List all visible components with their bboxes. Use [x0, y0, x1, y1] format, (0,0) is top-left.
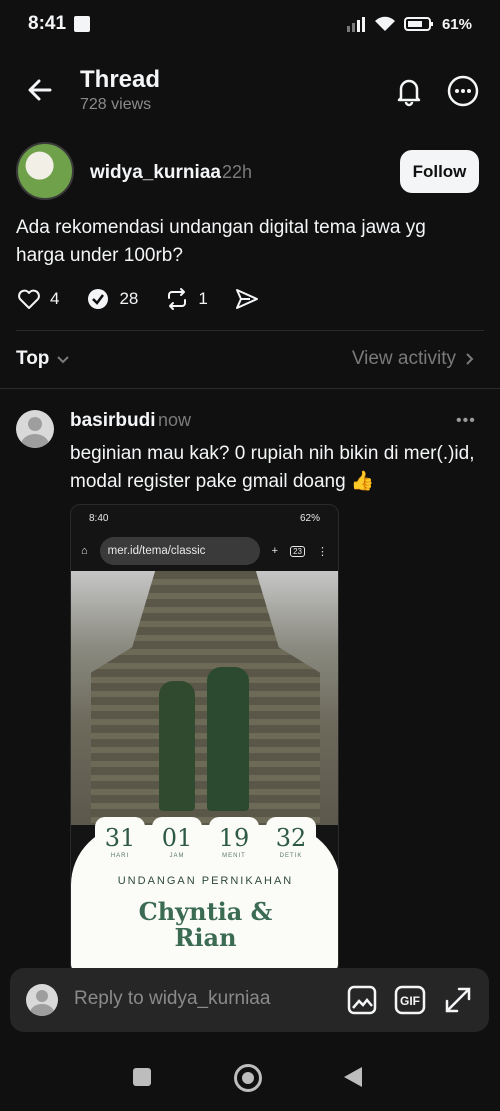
menu-icon: ⋮ [317, 545, 328, 558]
gif-icon[interactable]: GIF [394, 984, 426, 1016]
avatar[interactable] [16, 410, 54, 448]
countdown-label: HARI [110, 853, 130, 859]
countdown-days: 31 HARI [95, 817, 145, 865]
reply-username[interactable]: basirbudi [70, 410, 156, 432]
countdown-hours: 01 JAM [152, 817, 202, 865]
sort-label: Top [16, 348, 50, 369]
repost-count: 1 [198, 289, 208, 308]
share-button[interactable] [234, 286, 260, 312]
countdown: 31 HARI 01 JAM 19 MENIT 32 DETIK [95, 817, 316, 865]
countdown-label: JAM [169, 853, 185, 859]
bride-figure [159, 681, 195, 811]
countdown-label: MENIT [222, 853, 246, 859]
view-count: 728 views [80, 96, 152, 113]
view-activity-label: View activity [351, 348, 456, 369]
avatar[interactable] [16, 142, 74, 200]
chevron-down-icon [57, 356, 70, 364]
invitation-heading: UNDANGAN PERNIKAHAN [117, 875, 294, 887]
couple-names-line2: Rian [174, 923, 237, 952]
wifi-icon [374, 16, 395, 31]
divider [16, 330, 484, 331]
battery-level: 61% [441, 15, 472, 33]
follow-button[interactable]: Follow [400, 150, 479, 193]
groom-figure [207, 667, 249, 811]
like-count: 4 [50, 289, 60, 308]
signal-icon [346, 17, 365, 32]
battery-icon [403, 17, 433, 31]
recent-apps-button[interactable] [133, 1068, 151, 1086]
couple-names: Chyntia & Rian [71, 897, 338, 952]
bell-icon[interactable] [392, 74, 426, 108]
home-button[interactable] [234, 1064, 262, 1092]
thread-header: Thread 728 views [0, 60, 500, 122]
chevron-right-icon [466, 353, 474, 365]
countdown-value: 19 [218, 824, 250, 852]
status-indicators: 61% [346, 16, 472, 33]
heart-icon [18, 289, 40, 309]
screenshot-status-bar: 8:40 62% [71, 505, 338, 531]
repost-icon [168, 288, 187, 310]
replies-button[interactable]: 28 [85, 286, 138, 312]
view-activity-link[interactable]: View activity [352, 348, 476, 370]
more-options-icon[interactable] [446, 74, 480, 108]
countdown-value: 32 [275, 824, 307, 852]
attached-screenshot[interactable]: 8:40 62% ⌂ mer.id/tema/classic + 23 ⋮ 31… [70, 504, 339, 974]
reply-more-icon[interactable]: ••• [456, 412, 476, 430]
screenshot-browser-bar: ⌂ mer.id/tema/classic + 23 ⋮ [71, 531, 338, 571]
countdown-minutes: 19 MENIT [209, 817, 259, 865]
sort-bar: Top View activity [0, 340, 500, 382]
reply-composer[interactable]: Reply to widya_kurniaa GIF [10, 968, 489, 1032]
post-time: 22h [222, 162, 253, 182]
post-text: Ada rekomendasi undangan digital tema ja… [16, 217, 426, 266]
system-nav-bar [0, 1058, 500, 1098]
divider [0, 388, 500, 389]
screenshot-url: mer.id/tema/classic [107, 545, 206, 557]
home-icon: ⌂ [81, 545, 88, 557]
reply-text: beginian mau kak? 0 rupiah nih bikin di … [70, 443, 475, 492]
page-title: Thread [80, 66, 161, 93]
couple-names-line1: Chyntia & [138, 897, 273, 926]
countdown-value: 31 [104, 824, 136, 852]
screenshot-url-bar: mer.id/tema/classic [99, 537, 260, 565]
temple-image [91, 571, 320, 825]
status-bar: 8:41 61% [0, 0, 500, 48]
screenshot-time: 8:40 [89, 512, 109, 524]
reply-count: 28 [119, 289, 139, 308]
notification-icon [74, 16, 91, 32]
status-time: 8:41 [28, 13, 67, 34]
screenshot-tab-count: 23 [290, 545, 305, 557]
reply-input[interactable]: Reply to widya_kurniaa [74, 988, 270, 1010]
expand-icon[interactable] [442, 984, 474, 1016]
post-username[interactable]: widya_kurniaa [90, 162, 221, 184]
post-actions: 4 28 1 [16, 286, 286, 312]
like-button[interactable]: 4 [16, 286, 59, 312]
countdown-value: 01 [161, 824, 193, 852]
back-arrow-icon[interactable] [24, 74, 56, 106]
countdown-label: DETIK [279, 853, 303, 859]
repost-button[interactable]: 1 [164, 286, 208, 312]
reply-time: now [158, 410, 192, 430]
send-icon [235, 289, 258, 309]
avatar [26, 984, 58, 1016]
reply-check-icon [88, 289, 109, 309]
couple-photo [71, 571, 338, 825]
countdown-seconds: 32 DETIK [266, 817, 316, 865]
sort-dropdown[interactable]: Top [16, 348, 71, 370]
back-button[interactable] [344, 1067, 362, 1087]
plus-icon: + [271, 545, 279, 557]
screenshot-battery: 62% [299, 512, 320, 524]
svg-text:GIF: GIF [400, 994, 420, 1008]
image-icon[interactable] [346, 984, 378, 1016]
